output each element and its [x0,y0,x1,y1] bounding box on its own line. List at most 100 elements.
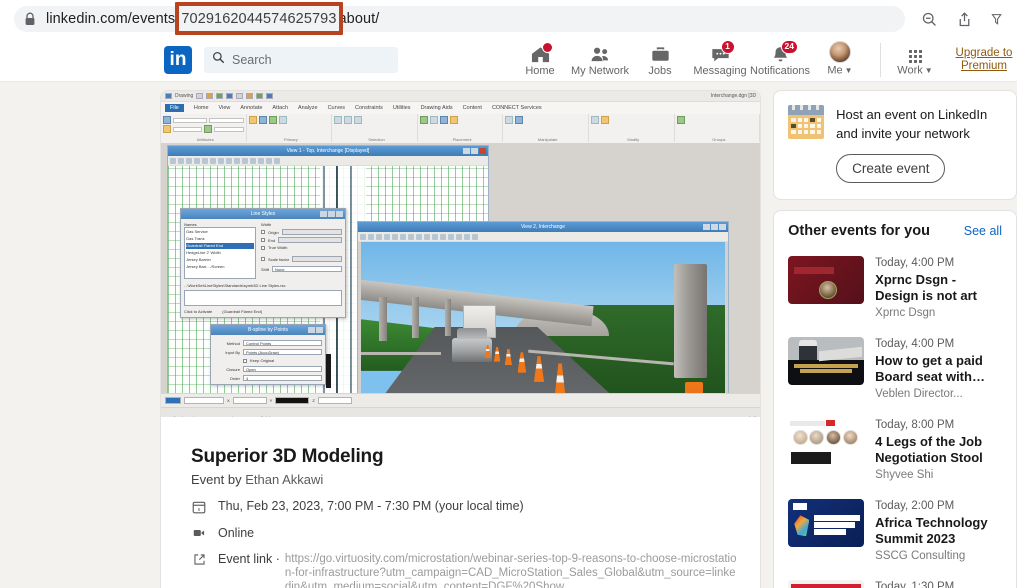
cad-dialog-bspline-body: Method Control Points Input By Points (A… [211,335,325,384]
cad-line-style-list[interactable]: Gas Service Gas Trans Guardrail Flared E… [184,227,256,279]
cad-keep-original-checkbox[interactable] [243,358,247,363]
event-title: Superior 3D Modeling [191,446,384,467]
zoom-out-icon[interactable] [921,11,938,28]
event-link-label: Event link · [218,552,280,566]
cad-line-style-status-value: (Guardrail Flared End) [222,309,263,314]
linkedin-logo-icon[interactable]: in [164,45,192,74]
bell-icon: 24 [770,39,798,64]
list-item[interactable]: Gas Trans [186,236,254,242]
cad-tab-connect-services[interactable]: CONNECT Services [492,105,542,111]
cad-scale-factor-checkbox[interactable] [261,257,265,261]
extension-icon[interactable] [991,11,1005,28]
list-item[interactable]: Today, 2:00 PM Africa Technology Summit … [774,492,1016,573]
list-item[interactable]: Today, 1:30 PM Negotiation and Structuri… [774,573,1016,588]
list-item[interactable]: Today, 8:00 PM 4 Legs of the Job Negotia… [774,411,1016,492]
cad-tab-curves[interactable]: Curves [328,105,345,111]
cad-origin-field[interactable] [281,229,342,235]
nav-item-jobs[interactable]: Jobs [630,39,690,81]
cad-view-1-titlebar: View 1 - Top, Interchange [Displayed] [168,146,488,156]
cad-ribbon: Drawing Interchange.dgn [3D File Home Vi… [161,91,761,143]
upgrade-to-premium-link[interactable]: Upgrade to Premium [951,47,1017,73]
cad-tab-home[interactable]: Home [194,105,209,111]
cad-end-checkbox[interactable] [261,238,265,242]
calendar-illustration-icon [788,105,825,139]
cad-tab-content[interactable]: Content [463,105,482,111]
list-item[interactable]: Today, 4:00 PM Xprnc Dsgn - Design is no… [774,249,1016,330]
url-bar[interactable]: linkedin.com/events/7029162044574625793 a… [14,2,905,35]
event-date-row: 5 Thu, Feb 23, 2023, 7:00 PM - 7:30 PM (… [191,499,740,514]
event-link-url[interactable]: https://go.virtuosity.com/microstation/w… [285,552,740,588]
nav-label-my-network: My Network [570,64,630,77]
cad-order-field[interactable]: 4 [243,375,322,381]
search-box[interactable] [204,46,398,73]
event-details: Superior 3D Modeling Event by Ethan Akka… [161,429,760,588]
cad-origin-checkbox[interactable] [261,230,265,234]
cad-method-label: Method [226,340,240,346]
cad-tab-utilities[interactable]: Utilities [393,105,411,111]
event-format: Online [218,526,255,540]
cad-tab-attach[interactable]: Attach [272,105,288,111]
event-name[interactable]: Xprnc Dsgn - Design is not art [875,272,1002,304]
cad-dialog-line-styles-body: Names Gas Service Gas Trans Guardrail Fl… [181,219,345,317]
event-card: Drawing Interchange.dgn [3D File Home Vi… [160,90,762,588]
cad-tab-drawing-aids[interactable]: Drawing Aids [421,105,453,111]
main-column: Drawing Interchange.dgn [3D File Home Vi… [160,90,762,588]
event-meta: Today, 2:00 PM Africa Technology Summit … [875,499,1002,564]
nav-label-home: Home [525,64,555,77]
nav-item-home[interactable]: Home [510,39,570,81]
see-all-link[interactable]: See all [964,224,1002,238]
nav-item-notifications[interactable]: 24 Notifications [750,39,810,81]
event-name[interactable]: 4 Legs of the Job Negotiation Stool [875,434,1002,466]
list-item[interactable]: Today, 4:00 PM How to get a paid Board s… [774,330,1016,411]
event-name[interactable]: How to get a paid Board seat with you... [875,353,1002,385]
scene2-pier [444,299,452,336]
cad-true-width-checkbox[interactable] [261,245,265,250]
event-name[interactable]: Africa Technology Summit 2023 [875,515,1002,547]
cad-method-select[interactable]: Control Points [243,340,322,346]
cad-titlebar: Drawing Interchange.dgn [3D [161,91,761,102]
lock-icon [24,12,36,26]
list-item[interactable]: Guardrail Flared End [186,243,254,249]
cad-end-field[interactable] [278,237,342,243]
nav-item-me[interactable]: Me ▼ [810,39,870,81]
cad-tab-constraints[interactable]: Constraints [355,105,383,111]
cad-tab-file[interactable]: File [165,104,184,112]
list-item[interactable]: HedgeLine 2' Width [186,250,254,256]
search-input[interactable] [232,52,390,67]
avatar-image [829,41,851,64]
event-organizer[interactable]: Ethan Akkawi [245,472,323,487]
cad-ribbon-tabs: File Home View Annotate Attach Analyze C… [161,102,761,114]
cad-shift-select[interactable]: None [272,266,342,272]
cad-group-label-placement: Placement [452,137,472,142]
cad-scale-factor-field[interactable] [292,256,342,262]
share-icon[interactable] [956,11,973,28]
list-item[interactable]: Jersey Barr..../Screen [186,264,254,270]
cad-z-field[interactable] [317,397,352,404]
cad-origin-label: Origin [268,229,279,235]
chevron-down-icon: ▼ [924,66,933,76]
nav-label-notifications: Notifications [750,64,810,77]
cad-dialog-bspline-titlebar: B-spline by Points [211,325,325,335]
cad-tab-analyze[interactable]: Analyze [298,105,318,111]
cad-y-label: Y [269,398,273,403]
nav-item-messaging[interactable]: 1 Messaging [690,39,750,81]
nav-label-messaging: Messaging [693,64,747,77]
cad-tab-view[interactable]: View [219,105,231,111]
cad-closure-select[interactable]: Open [243,366,322,372]
cad-y-field[interactable] [275,397,310,404]
page-body: Drawing Interchange.dgn [3D File Home Vi… [0,82,1017,588]
cad-input-select[interactable]: Points (AccuDraw) [243,349,322,355]
list-item[interactable]: Jersey Barrier [186,257,254,263]
nav-item-work[interactable]: Work ▼ [885,39,945,81]
list-item[interactable]: Gas Service [186,229,254,235]
create-event-button[interactable]: Create event [836,154,946,183]
people-icon [590,44,611,64]
cad-tab-annotate[interactable]: Annotate [240,105,262,111]
cad-x-field[interactable] [232,397,267,404]
nav-label-work: Work ▼ [897,64,933,77]
avatar [829,41,851,64]
browser-toolbar: linkedin.com/events/7029162044574625793 a… [0,0,1017,38]
other-events-card: Other events for you See all Today, 4:00… [773,210,1017,588]
video-camera-icon [191,526,207,539]
nav-item-my-network[interactable]: My Network [570,39,630,81]
